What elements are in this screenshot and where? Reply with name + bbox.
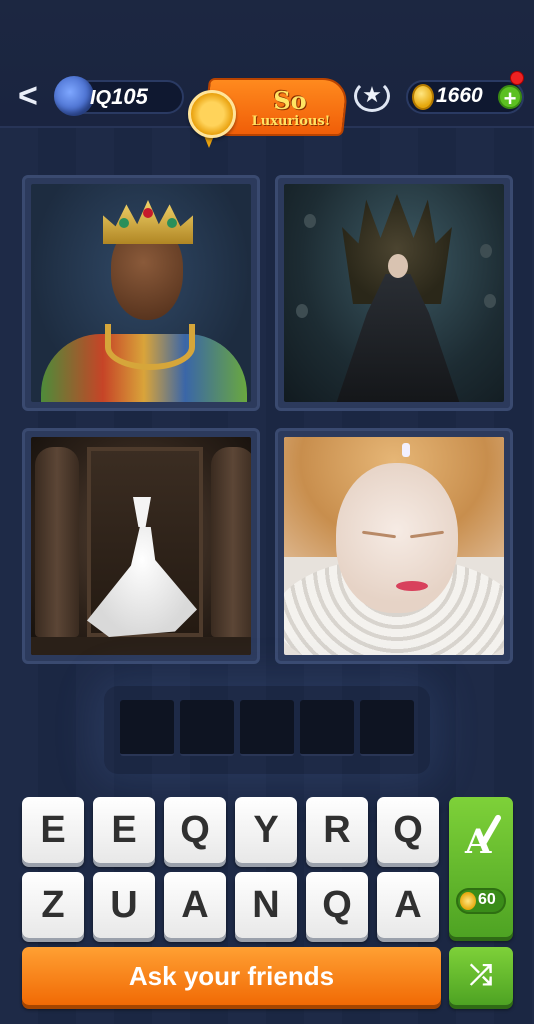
letter-key[interactable]: U	[93, 872, 155, 938]
queen-crown-photo	[31, 184, 251, 402]
letter-key[interactable]: E	[22, 797, 84, 863]
reveal-letter-hint-button[interactable]	[449, 797, 513, 937]
banner-subtitle: Luxurious!	[251, 114, 331, 129]
answer-slot[interactable]	[120, 700, 174, 756]
picture-tile-2[interactable]	[275, 175, 513, 411]
coin-balance: 1660	[436, 84, 483, 107]
temple-woman-white-dress-photo	[31, 437, 251, 655]
rank-button[interactable]: ★	[352, 78, 392, 114]
shuffle-icon: ⤮	[469, 959, 493, 990]
chevron-left-icon: <	[18, 77, 38, 115]
brain-icon	[54, 76, 94, 116]
pale-queen-ruff-photo	[284, 437, 504, 655]
answer-slot[interactable]	[240, 700, 294, 756]
picture-tile-4[interactable]	[275, 428, 513, 664]
notification-dot	[510, 71, 524, 85]
shuffle-button[interactable]: ⤮	[449, 947, 513, 1005]
letter-key[interactable]: R	[306, 797, 368, 863]
answer-slot[interactable]	[360, 700, 414, 756]
letter-key[interactable]: A	[164, 872, 226, 938]
letter-key[interactable]: Z	[22, 872, 84, 938]
iq-label: IQ	[90, 87, 112, 109]
banner-title: So	[273, 86, 307, 115]
answer-slot[interactable]	[180, 700, 234, 756]
letter-key[interactable]: Q	[306, 872, 368, 938]
hint-cost: 60	[478, 891, 496, 908]
letter-key[interactable]: E	[93, 797, 155, 863]
coin-icon	[412, 84, 434, 110]
letter-key[interactable]: Q	[164, 797, 226, 863]
iq-score: IQ105	[90, 84, 148, 110]
iq-value: 105	[111, 84, 148, 109]
back-button[interactable]: <	[18, 78, 48, 114]
laurel-icon	[354, 80, 390, 112]
picture-tile-1[interactable]	[22, 175, 260, 411]
ask-friends-button[interactable]: Ask your friends	[22, 947, 441, 1005]
letter-key[interactable]: N	[235, 872, 297, 938]
medal-icon	[188, 90, 236, 138]
coin-icon	[460, 892, 476, 910]
answer-slot[interactable]	[300, 700, 354, 756]
letter-key[interactable]: Q	[377, 797, 439, 863]
letter-key[interactable]: A	[377, 872, 439, 938]
picture-tile-3[interactable]	[22, 428, 260, 664]
dark-queen-throne-photo	[284, 184, 504, 402]
letter-key[interactable]: Y	[235, 797, 297, 863]
plus-icon: +	[503, 86, 517, 111]
achievement-banner: So Luxurious!	[188, 76, 350, 148]
add-coins-button[interactable]: +	[498, 85, 522, 111]
